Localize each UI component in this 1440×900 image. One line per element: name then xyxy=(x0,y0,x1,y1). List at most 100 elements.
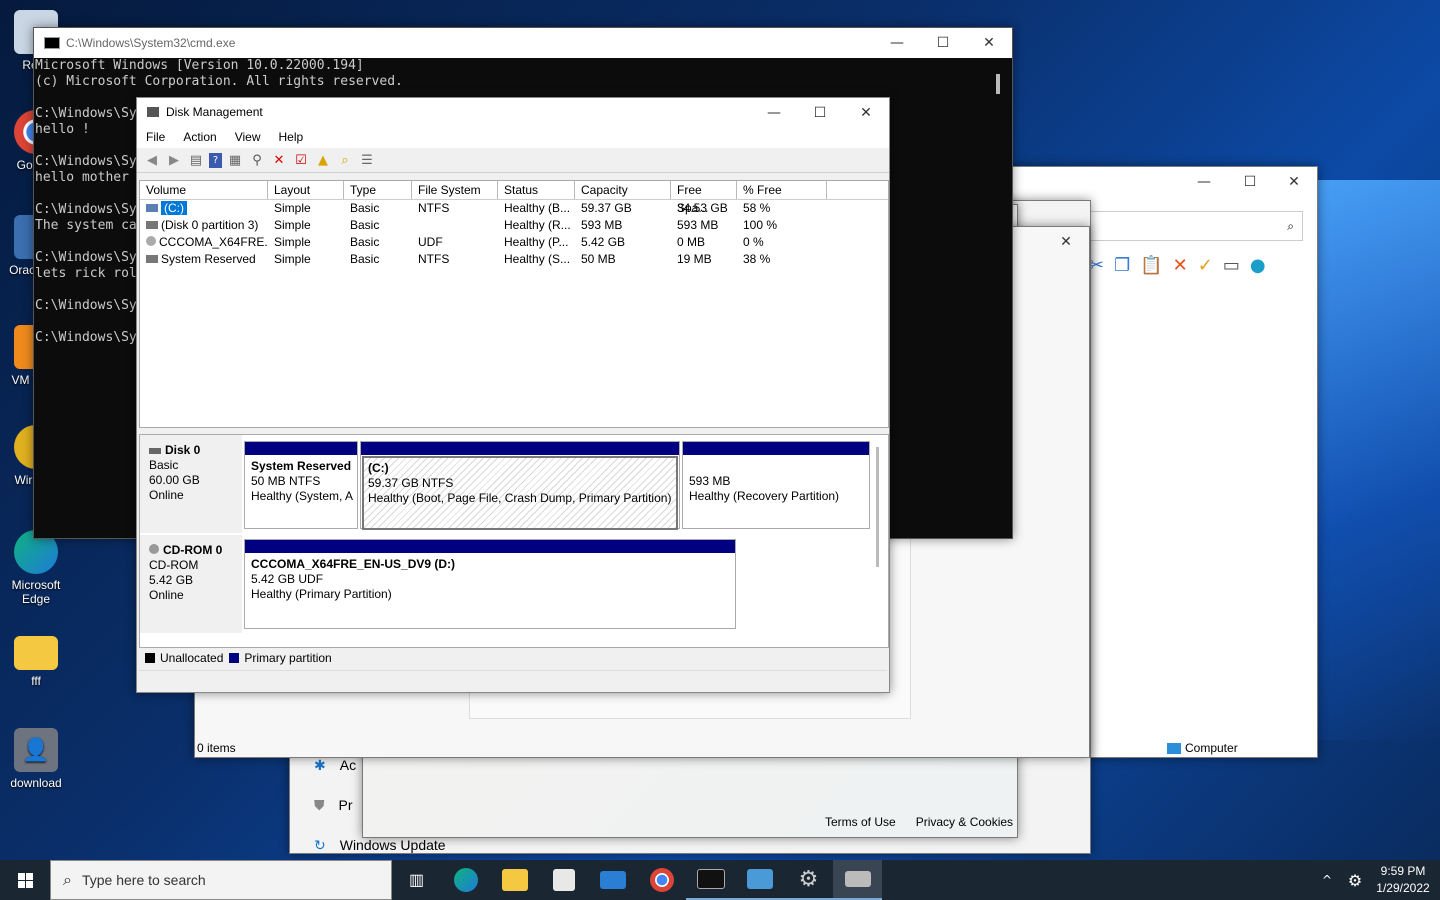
dm-toolbar: ◀ ▶ ▤ ? ▦ ⚲ ✕ ☑ ▲ ⌕ ☰ xyxy=(137,148,889,173)
dm-maximize-button[interactable]: ☐ xyxy=(797,98,843,128)
rename-icon[interactable]: ▭ xyxy=(1223,255,1240,276)
close-button[interactable]: ✕ xyxy=(1271,167,1317,197)
col-volume[interactable]: Volume xyxy=(140,181,268,199)
show-hidden-icons-button[interactable]: ^ xyxy=(1316,860,1338,900)
check-icon[interactable]: ✓ xyxy=(1198,255,1213,276)
control-panel-icon xyxy=(746,869,773,889)
col-file-system[interactable]: File System xyxy=(412,181,498,199)
globe-icon[interactable]: ● xyxy=(1250,255,1266,276)
cmd-minimize-button[interactable]: — xyxy=(874,28,920,58)
partition-c[interactable]: (C:) 59.37 GB NTFS Healthy (Boot, Page F… xyxy=(360,441,680,530)
cmd-title: C:\Windows\System32\cmd.exe xyxy=(66,36,236,50)
forward-icon[interactable]: ▶ xyxy=(165,151,183,169)
mail-icon xyxy=(599,871,626,889)
taskbar-cmd[interactable] xyxy=(686,860,735,900)
computer-status: Computer xyxy=(1167,741,1238,755)
maximize-button[interactable]: ☐ xyxy=(1227,167,1273,197)
check-icon[interactable]: ☑ xyxy=(292,151,310,169)
col-capacity[interactable]: Capacity xyxy=(575,181,671,199)
paste-icon[interactable]: 📋 xyxy=(1140,255,1162,276)
taskbar-store[interactable] xyxy=(539,860,588,900)
minimize-button[interactable]: — xyxy=(1181,167,1227,197)
drive-icon xyxy=(146,204,158,212)
cmd-close-button[interactable]: ✕ xyxy=(966,28,1012,58)
menu-view[interactable]: View xyxy=(226,130,270,144)
search-box[interactable]: ⌕ xyxy=(1089,211,1303,241)
menu-action[interactable]: Action xyxy=(174,130,225,144)
menu-file[interactable]: File xyxy=(137,130,174,144)
folder-icon xyxy=(14,636,58,670)
desktop-icon-edge[interactable]: Microsoft Edge xyxy=(5,530,67,606)
show-hide-icon[interactable]: ▤ xyxy=(187,151,205,169)
close-button-explorer[interactable]: ✕ xyxy=(1043,227,1089,257)
col-percent-free[interactable]: % Free xyxy=(737,181,827,199)
help-icon[interactable]: ? xyxy=(209,152,222,168)
tray-settings-button[interactable]: ⚙ xyxy=(1342,860,1368,900)
cd-icon xyxy=(149,544,159,554)
col-free-space[interactable]: Free Spa... xyxy=(671,181,737,215)
col-type[interactable]: Type xyxy=(344,181,412,199)
volume-name: CCCOMA_X64FRE... xyxy=(159,235,268,249)
delete-icon[interactable]: ✕ xyxy=(1173,255,1188,276)
copy-icon[interactable]: ❐ xyxy=(1114,255,1130,276)
cmd-scrollbar[interactable] xyxy=(996,74,1000,94)
footer-links: Terms of Use Privacy & Cookies xyxy=(825,815,1013,829)
folder-icon xyxy=(501,869,528,891)
disk-icon xyxy=(149,448,161,454)
table-row[interactable]: CCCOMA_X64FRE... Simple Basic UDF Health… xyxy=(140,234,888,251)
cmd-maximize-button[interactable]: ☐ xyxy=(920,28,966,58)
items-count: 0 items xyxy=(197,741,236,755)
disk-graph[interactable]: Disk 0 Basic 60.00 GB Online System Rese… xyxy=(139,434,889,648)
disk-0-label[interactable]: Disk 0 Basic 60.00 GB Online xyxy=(140,435,242,533)
list-icon[interactable]: ☰ xyxy=(358,151,376,169)
partition-recovery[interactable]: 593 MB Healthy (Recovery Partition) xyxy=(682,441,870,529)
cmd-icon xyxy=(44,37,60,49)
update-icon: ↻ xyxy=(314,837,326,853)
terms-link[interactable]: Terms of Use xyxy=(825,815,896,829)
dm-minimize-button[interactable]: — xyxy=(751,98,797,128)
taskbar-edge[interactable] xyxy=(441,860,490,900)
graph-scrollbar[interactable] xyxy=(876,447,879,567)
cut-icon[interactable]: ✂ xyxy=(1089,255,1104,276)
taskbar-disk-management[interactable] xyxy=(833,860,882,900)
cdrom-0-label[interactable]: CD-ROM 0 CD-ROM 5.42 GB Online xyxy=(140,535,242,633)
drive-icon xyxy=(146,221,158,229)
table-row[interactable]: System Reserved Simple Basic NTFS Health… xyxy=(140,251,888,268)
volume-list[interactable]: Volume Layout Type File System Status Ca… xyxy=(139,180,889,428)
shield-icon: ⛊ xyxy=(314,797,325,813)
folder-up-icon[interactable]: ▲ xyxy=(314,151,332,169)
desktop-icon-download[interactable]: 👤 download xyxy=(5,728,67,790)
taskbar-chrome[interactable] xyxy=(637,860,686,900)
edge-icon xyxy=(453,868,478,892)
start-button[interactable] xyxy=(0,860,50,900)
taskbar-control-panel[interactable] xyxy=(735,860,784,900)
search-placeholder: Type here to search xyxy=(81,872,206,888)
disk-management-icon xyxy=(147,107,159,117)
gear-icon: ⚙ xyxy=(1347,870,1363,890)
chrome-icon xyxy=(649,868,674,892)
partition-cdrom-d[interactable]: CCCOMA_X64FRE_EN-US_DV9 (D:) 5.42 GB UDF… xyxy=(244,539,736,629)
partition-system-reserved[interactable]: System Reserved 50 MB NTFS Healthy (Syst… xyxy=(244,441,358,529)
table-row[interactable]: (Disk 0 partition 3) Simple Basic Health… xyxy=(140,217,888,234)
taskbar-file-explorer[interactable] xyxy=(490,860,539,900)
table-row[interactable]: (C:) Simple Basic NTFS Healthy (B... 59.… xyxy=(140,200,888,217)
taskbar-search[interactable]: ⌕ Type here to search xyxy=(50,860,392,900)
drive-icon xyxy=(146,255,158,263)
taskbar-clock[interactable]: 9:59 PM 1/29/2022 xyxy=(1372,863,1434,897)
properties-icon[interactable]: ▦ xyxy=(226,151,244,169)
disk-management-window[interactable]: Disk Management — ☐ ✕ File Action View H… xyxy=(136,97,890,693)
privacy-link[interactable]: Privacy & Cookies xyxy=(916,815,1013,829)
taskbar-settings[interactable]: ⚙ xyxy=(784,860,833,900)
taskbar-mail[interactable] xyxy=(588,860,637,900)
connect-icon[interactable]: ⚲ xyxy=(248,151,266,169)
desktop-icon-folder[interactable]: fff xyxy=(5,630,67,688)
search-folder-icon[interactable]: ⌕ xyxy=(336,151,354,169)
task-view-button[interactable]: ▥ xyxy=(392,860,441,900)
task-view-icon: ▥ xyxy=(408,872,425,889)
dm-close-button[interactable]: ✕ xyxy=(843,98,889,128)
col-status[interactable]: Status xyxy=(498,181,575,199)
delete-icon[interactable]: ✕ xyxy=(270,151,288,169)
col-layout[interactable]: Layout xyxy=(268,181,344,199)
menu-help[interactable]: Help xyxy=(270,130,313,144)
back-icon[interactable]: ◀ xyxy=(143,151,161,169)
